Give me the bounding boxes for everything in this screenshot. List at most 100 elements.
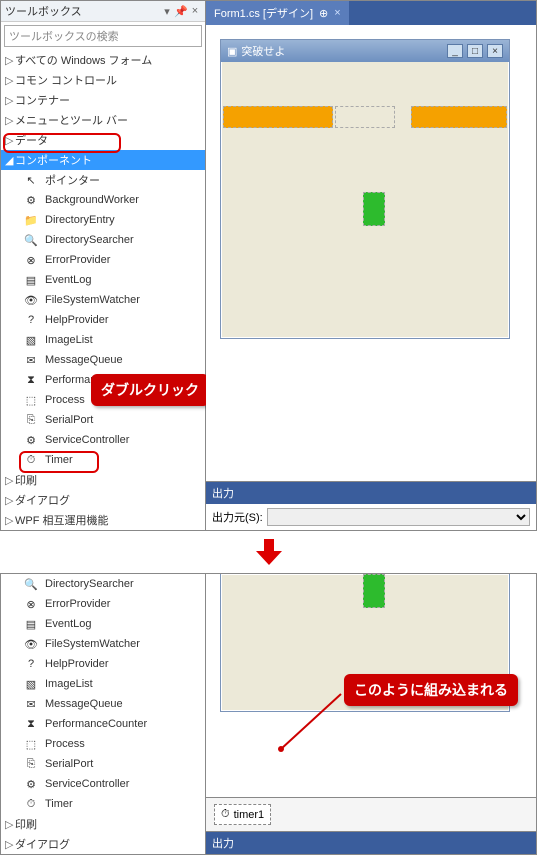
close-button[interactable]: ×: [487, 44, 503, 58]
toolbox-item-ImageList[interactable]: ▧ImageList: [1, 330, 205, 350]
category-ダイアログ[interactable]: ▷ダイアログ: [1, 834, 205, 854]
perf-icon: ⧗: [23, 716, 39, 732]
item-label: ServiceController: [45, 434, 129, 446]
toolbox-item-HelpProvider[interactable]: ?HelpProvider: [1, 310, 205, 330]
timer-icon: ⏱: [23, 796, 39, 812]
perf-icon: ⧗: [23, 372, 39, 388]
tab-pin-icon[interactable]: ⊕: [319, 7, 328, 20]
chevron-icon: ▷: [5, 474, 15, 487]
toolbox-item-DirectorySearcher[interactable]: 🔍DirectorySearcher: [1, 574, 205, 594]
output-panel-2: 出力: [206, 831, 536, 854]
chevron-icon: ▷: [5, 838, 15, 851]
tab-label: Form1.cs [デザイン]: [214, 5, 313, 21]
toolbox-item-Process[interactable]: ⬚Process: [1, 734, 205, 754]
category-印刷[interactable]: ▷印刷: [1, 470, 205, 490]
toolbox-search-input[interactable]: ツールボックスの検索: [4, 25, 202, 47]
callout-doubleclick: ダブルクリック: [91, 374, 209, 406]
timer-icon: ⏱: [221, 808, 230, 821]
form-client-area[interactable]: [221, 62, 509, 340]
serial-icon: ⎘: [23, 756, 39, 772]
toolbox-item-ErrorProvider[interactable]: ⊗ ErrorProvider: [1, 594, 205, 614]
maximize-button[interactable]: □: [467, 44, 483, 58]
green-block[interactable]: [363, 192, 385, 226]
chevron-icon: ▷: [5, 74, 15, 87]
chevron-icon: ▷: [5, 494, 15, 507]
form-window[interactable]: ▣ 突破せよ _ □ ×: [220, 39, 510, 339]
error-icon: ⊗: [23, 596, 39, 612]
output-source-select[interactable]: [267, 508, 530, 526]
toolbox-item-HelpProvider[interactable]: ?HelpProvider: [1, 654, 205, 674]
green-block-2[interactable]: [363, 574, 385, 608]
toolbox-item-DirectorySearcher[interactable]: 🔍DirectorySearcher: [1, 230, 205, 250]
pointer-icon: ↖: [23, 172, 39, 188]
close-icon[interactable]: ×: [189, 5, 201, 17]
category-WPF 相互運用機能[interactable]: ▷WPF 相互運用機能: [1, 510, 205, 530]
orange-bar-left[interactable]: [223, 106, 333, 128]
tab-close-icon[interactable]: ×: [334, 7, 340, 19]
category-コモン コントロール[interactable]: ▷コモン コントロール: [1, 70, 205, 90]
fswatch-icon: 👁: [23, 636, 39, 652]
item-label: HelpProvider: [45, 314, 109, 326]
toolbox-item-BackgroundWorker[interactable]: ⚙BackgroundWorker: [1, 190, 205, 210]
minimize-button[interactable]: _: [447, 44, 463, 58]
dirsearch-icon: 🔍: [23, 232, 39, 248]
component-tray[interactable]: ⏱ timer1: [206, 797, 536, 831]
toolbox-item-Timer[interactable]: ⏱Timer: [1, 794, 205, 814]
item-label: Process: [45, 738, 85, 750]
toolbox-item-FileSystemWatcher[interactable]: 👁FileSystemWatcher: [1, 290, 205, 310]
category-すべての Windows フォーム[interactable]: ▷すべての Windows フォーム: [1, 50, 205, 70]
item-label: FileSystemWatcher: [45, 294, 140, 306]
item-label: DirectorySearcher: [45, 578, 134, 590]
timer-icon: ⏱: [23, 452, 39, 468]
toolbox-item-ポインター[interactable]: ↖ポインター: [1, 170, 205, 190]
chevron-icon: ▷: [5, 94, 15, 107]
designer-panel: Form1.cs [デザイン] ⊕ × ▣ 突破せよ _ □ ×: [206, 1, 536, 530]
toolbox-item-SerialPort[interactable]: ⎘SerialPort: [1, 410, 205, 430]
gap-bar[interactable]: [335, 106, 395, 128]
category-label: WPF 相互運用機能: [15, 512, 109, 528]
item-label: PerformanceCounter: [45, 718, 147, 730]
toolbox-item-ErrorProvider[interactable]: ⊗ErrorProvider: [1, 250, 205, 270]
toolbox-list-2: 🔍DirectorySearcher ⊗ ErrorProvider ▤EventLo…: [1, 574, 205, 854]
tab-form1-design[interactable]: Form1.cs [デザイン] ⊕ ×: [206, 1, 349, 25]
form-icon: ▣: [227, 45, 237, 58]
toolbox-item-ServiceController[interactable]: ⚙ServiceController: [1, 430, 205, 450]
item-label: DirectoryEntry: [45, 214, 115, 226]
process-icon: ⬚: [23, 392, 39, 408]
toolbox-item-ServiceController[interactable]: ⚙ServiceController: [1, 774, 205, 794]
design-surface[interactable]: ▣ 突破せよ _ □ ×: [206, 25, 536, 481]
tray-timer1[interactable]: ⏱ timer1: [214, 804, 271, 825]
category-label: コンテナー: [15, 92, 70, 108]
category-メニューとツール バー[interactable]: ▷メニューとツール バー: [1, 110, 205, 130]
item-label: ServiceController: [45, 778, 129, 790]
orange-bar-right[interactable]: [411, 106, 507, 128]
dropdown-icon[interactable]: ▾: [161, 5, 173, 17]
item-label: BackgroundWorker: [45, 194, 139, 206]
toolbox-item-Timer[interactable]: ⏱Timer: [1, 450, 205, 470]
tab-bar: Form1.cs [デザイン] ⊕ ×: [206, 1, 536, 25]
toolbox-item-EventLog[interactable]: ▤EventLog: [1, 614, 205, 634]
category-コンポーネント[interactable]: ◢コンポーネント: [1, 150, 205, 170]
item-label: ErrorProvider: [45, 598, 110, 610]
toolbox-item-ImageList[interactable]: ▧ImageList: [1, 674, 205, 694]
category-データ[interactable]: ▷データ: [1, 130, 205, 150]
category-ダイアログ[interactable]: ▷ダイアログ: [1, 490, 205, 510]
category-label: メニューとツール バー: [15, 112, 128, 128]
imagelist-icon: ▧: [23, 676, 39, 692]
toolbox-item-MessageQueue[interactable]: ✉MessageQueue: [1, 694, 205, 714]
category-label: コンポーネント: [15, 152, 92, 168]
help-icon: ?: [23, 656, 39, 672]
toolbox-panel-2: 🔍DirectorySearcher ⊗ ErrorProvider ▤EventLo…: [1, 574, 206, 854]
toolbox-item-FileSystemWatcher[interactable]: 👁FileSystemWatcher: [1, 634, 205, 654]
category-印刷[interactable]: ▷印刷: [1, 814, 205, 834]
category-label: ダイアログ: [15, 492, 70, 508]
chevron-icon: ◢: [5, 154, 15, 167]
toolbox-item-MessageQueue[interactable]: ✉MessageQueue: [1, 350, 205, 370]
category-コンテナー[interactable]: ▷コンテナー: [1, 90, 205, 110]
toolbox-item-EventLog[interactable]: ▤EventLog: [1, 270, 205, 290]
chevron-icon: ▷: [5, 54, 15, 67]
toolbox-item-SerialPort[interactable]: ⎘SerialPort: [1, 754, 205, 774]
pin-icon[interactable]: 📌: [175, 5, 187, 17]
toolbox-item-DirectoryEntry[interactable]: 📁DirectoryEntry: [1, 210, 205, 230]
toolbox-item-PerformanceCounter[interactable]: ⧗ PerformanceCounter: [1, 714, 205, 734]
